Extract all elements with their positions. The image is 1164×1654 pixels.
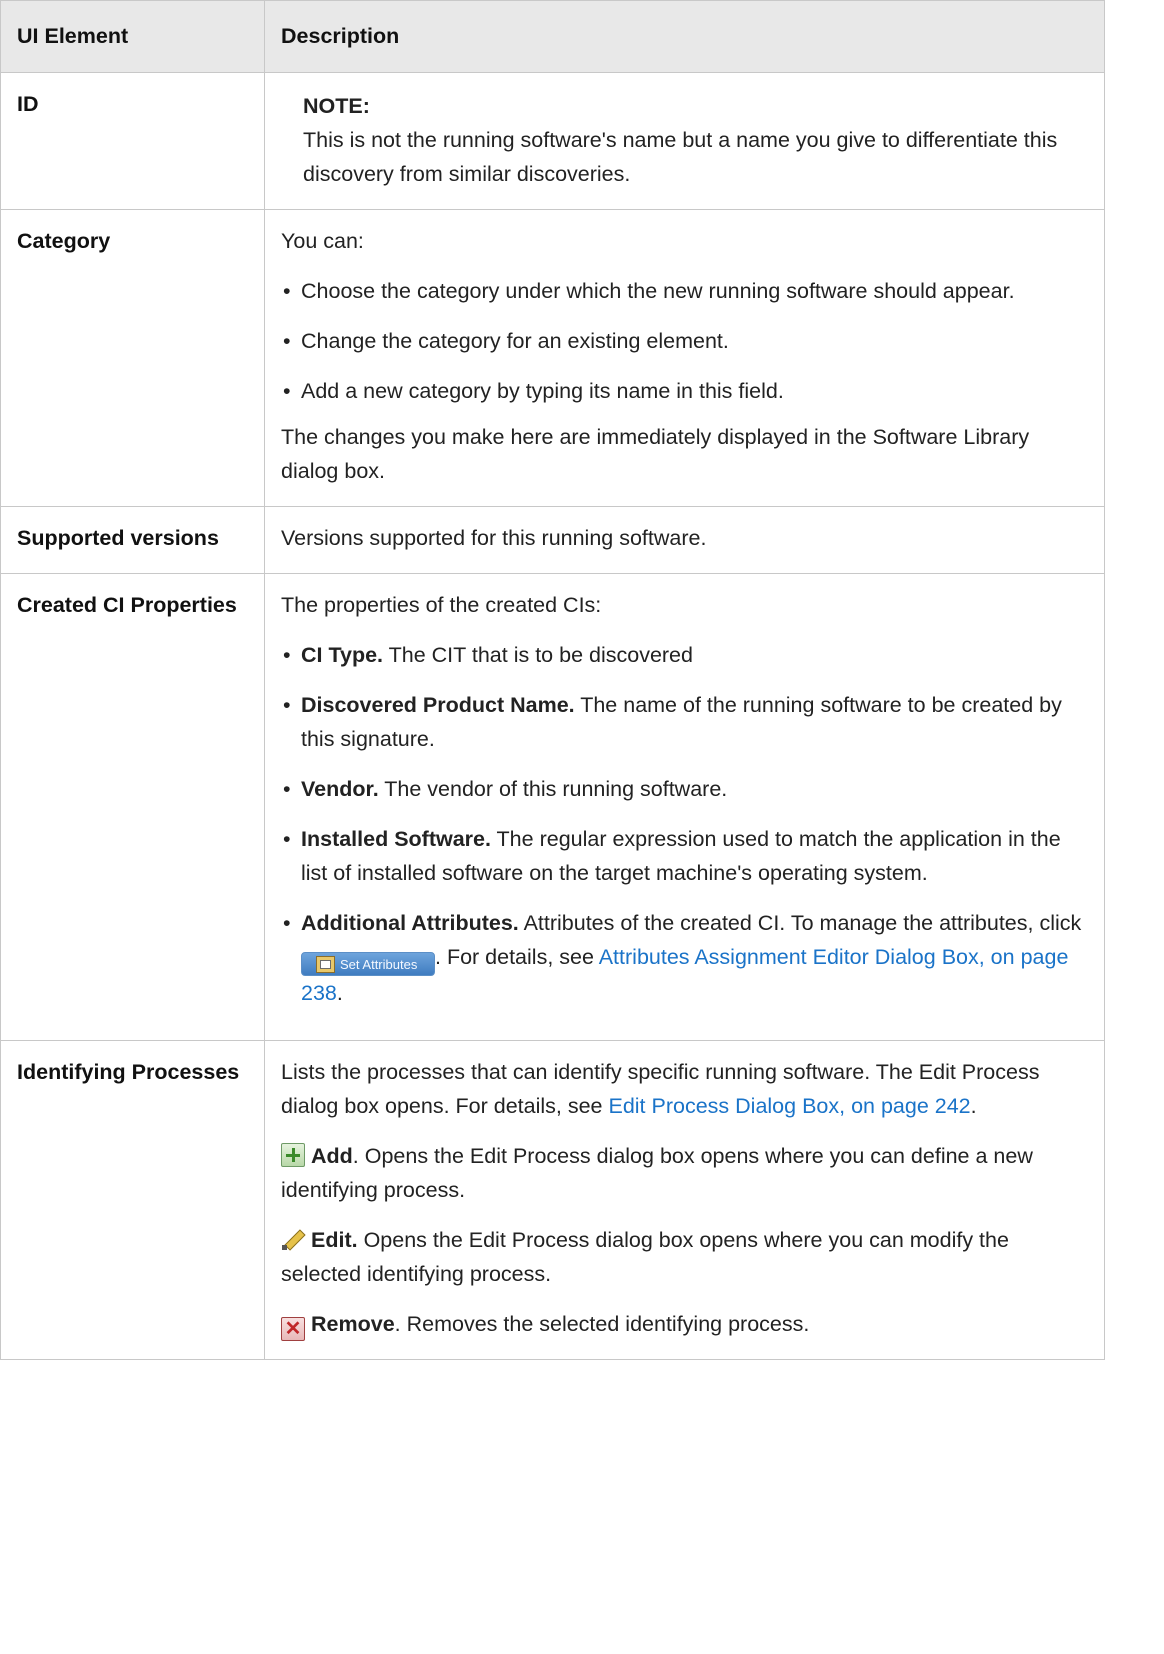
table-header-row: UI Element Description bbox=[0, 0, 1105, 73]
category-outro: The changes you make here are immediatel… bbox=[281, 425, 1030, 483]
bullet-icon: • bbox=[283, 911, 291, 935]
table-row: Created CI Properties The properties of … bbox=[0, 573, 1105, 1041]
bullet-icon: • bbox=[283, 827, 291, 851]
list-item-text: Add a new category by typing its name in… bbox=[301, 379, 784, 403]
bullet-icon: • bbox=[283, 329, 291, 353]
table-row: Supported versions Versions supported fo… bbox=[0, 506, 1105, 574]
bullet-icon: • bbox=[283, 777, 291, 801]
list-item: • CI Type. The CIT that is to be discover… bbox=[281, 638, 1088, 672]
list-item: • Additional Attributes. Attributes of th… bbox=[281, 906, 1088, 1010]
row-element-id: ID bbox=[0, 72, 265, 210]
list-item: • Change the category for an existing ele… bbox=[281, 324, 1088, 358]
list-item: • Choose the category under which the new… bbox=[281, 274, 1088, 308]
table-row: Identifying Processes Lists the processe… bbox=[0, 1040, 1105, 1360]
list-item-text: Choose the category under which the new … bbox=[301, 279, 1015, 303]
intro-end: . bbox=[970, 1094, 977, 1118]
header-ui-element: UI Element bbox=[0, 0, 265, 73]
add-paragraph: Add. Opens the Edit Process dialog box o… bbox=[281, 1139, 1088, 1207]
row-description-id: NOTE: This is not the running software's… bbox=[264, 72, 1105, 210]
note-block: NOTE: This is not the running software's… bbox=[281, 89, 1088, 191]
created-ci-list: • CI Type. The CIT that is to be discover… bbox=[281, 638, 1088, 1010]
edit-process-link[interactable]: Edit Process Dialog Box, on page 242 bbox=[608, 1094, 970, 1118]
edit-text: Opens the Edit Process dialog box opens … bbox=[281, 1228, 1009, 1286]
add-icon[interactable] bbox=[281, 1143, 305, 1167]
note-text: This is not the running software's name … bbox=[303, 128, 1058, 186]
remove-paragraph: ✕ Remove. Removes the selected identifyin… bbox=[281, 1307, 1088, 1341]
remove-x-icon[interactable]: ✕ bbox=[281, 1317, 305, 1341]
list-item: • Add a new category by typing its name i… bbox=[281, 374, 1088, 408]
set-attributes-label: Set Attributes bbox=[340, 957, 418, 972]
remove-term: Remove bbox=[311, 1312, 395, 1336]
versions-text: Versions supported for this running soft… bbox=[281, 526, 707, 550]
edit-paragraph: Edit. Opens the Edit Process dialog box … bbox=[281, 1223, 1088, 1291]
note-title: NOTE: bbox=[303, 94, 370, 118]
list-item: • Vendor. The vendor of this running soft… bbox=[281, 772, 1088, 806]
add-text: . Opens the Edit Process dialog box open… bbox=[281, 1144, 1033, 1202]
bullet-icon: • bbox=[283, 379, 291, 403]
category-intro: You can: bbox=[281, 229, 364, 253]
list-item-text: Change the category for an existing elem… bbox=[301, 329, 729, 353]
row-description-created-ci: The properties of the created CIs: • CI T… bbox=[264, 573, 1105, 1041]
table-row: ID NOTE: This is not the running softwar… bbox=[0, 72, 1105, 210]
list-item-text: The vendor of this running software. bbox=[378, 777, 728, 801]
category-bullet-list: • Choose the category under which the new… bbox=[281, 274, 1088, 408]
list-item-term: Additional Attributes. bbox=[301, 911, 519, 935]
edit-term: Edit. bbox=[311, 1228, 358, 1252]
identifying-intro: Lists the processes that can identify sp… bbox=[281, 1055, 1088, 1123]
attributes-icon bbox=[316, 956, 335, 973]
bullet-icon: • bbox=[283, 279, 291, 303]
list-item: • Discovered Product Name. The name of th… bbox=[281, 688, 1088, 756]
list-item-term: Discovered Product Name. bbox=[301, 693, 575, 717]
remove-text: . Removes the selected identifying proce… bbox=[394, 1312, 810, 1336]
table-row: Category You can: • Choose the category u… bbox=[0, 209, 1105, 507]
list-item: • Installed Software. The regular express… bbox=[281, 822, 1088, 890]
row-description-category: You can: • Choose the category under whic… bbox=[264, 209, 1105, 507]
bullet-icon: • bbox=[283, 693, 291, 717]
list-item-term: Installed Software. bbox=[301, 827, 491, 851]
row-description-identifying: Lists the processes that can identify sp… bbox=[264, 1040, 1105, 1360]
list-item-term: Vendor. bbox=[301, 777, 379, 801]
created-ci-intro: The properties of the created CIs: bbox=[281, 593, 602, 617]
list-item-term: CI Type. bbox=[301, 643, 384, 667]
add-term: Add bbox=[311, 1144, 353, 1168]
header-description: Description bbox=[264, 0, 1105, 73]
end-punctuation: . bbox=[336, 981, 343, 1005]
set-attributes-button[interactable]: Set Attributes bbox=[301, 952, 435, 976]
list-item-text: The CIT that is to be discovered bbox=[383, 643, 693, 667]
bullet-icon: • bbox=[283, 643, 291, 667]
ui-element-table: UI Element Description ID NOTE: This is … bbox=[0, 0, 1105, 1360]
row-element-created-ci: Created CI Properties bbox=[0, 573, 265, 1041]
row-element-versions: Supported versions bbox=[0, 506, 265, 574]
edit-pencil-icon[interactable] bbox=[281, 1227, 305, 1251]
list-item-text: Attributes of the created CI. To manage … bbox=[518, 911, 1082, 935]
row-element-category: Category bbox=[0, 209, 265, 507]
row-element-identifying: Identifying Processes bbox=[0, 1040, 265, 1360]
row-description-versions: Versions supported for this running soft… bbox=[264, 506, 1105, 574]
after-button-text: . For details, see bbox=[435, 945, 599, 969]
